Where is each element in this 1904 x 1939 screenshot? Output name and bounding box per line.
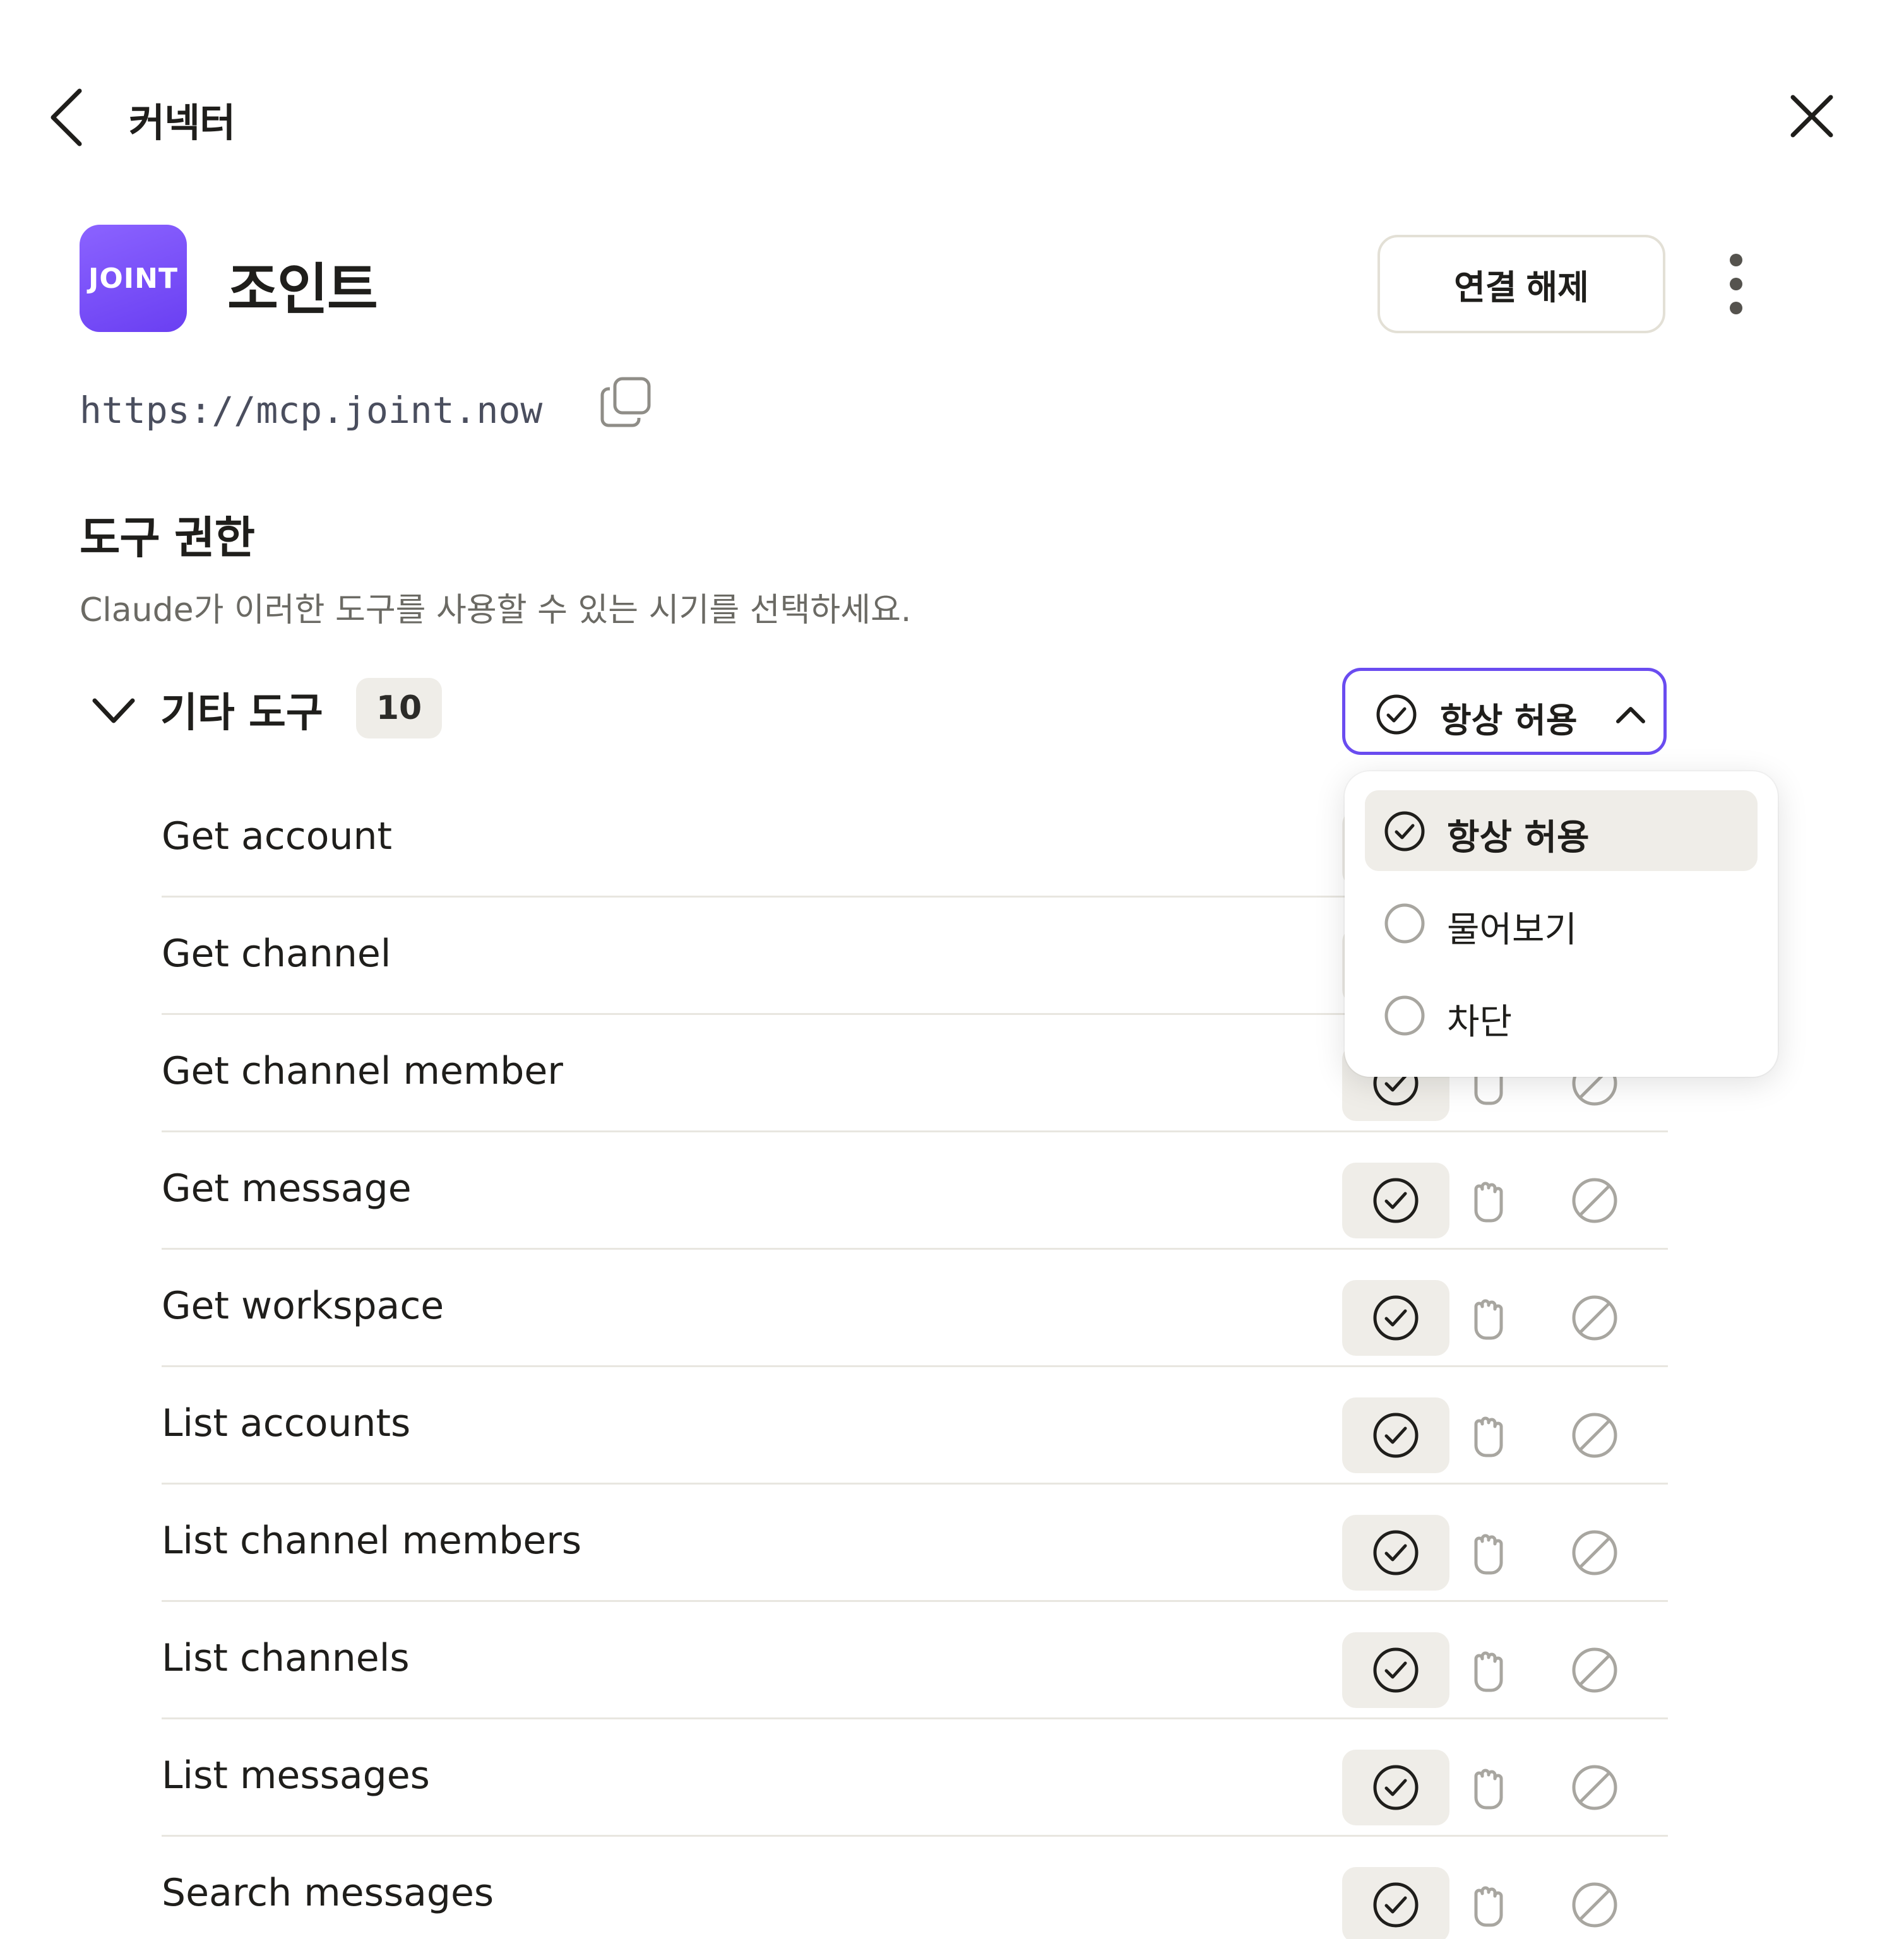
hand-icon [1474,1534,1503,1575]
tool-name: Get workspace [162,1284,444,1328]
menu-item-always-allow[interactable]: 항상 허용 [1365,790,1758,871]
header: 커넥터 [0,0,1904,164]
menu-item-block[interactable]: 차단 [1365,975,1758,1055]
hand-icon [1474,1769,1503,1810]
tool-name: Get channel member [162,1049,563,1093]
check-circle-icon [1373,1882,1419,1928]
block-icon [1572,1765,1617,1810]
chevron-up-icon [1616,707,1645,723]
header-title: 커넥터 [129,100,235,146]
tool-row: Get message [162,1132,1668,1250]
tool-name: Get channel [162,932,391,976]
chevron-left-icon [51,88,82,146]
allow-button[interactable] [1342,1632,1449,1708]
back-button[interactable] [44,86,88,149]
chevron-down-icon [92,698,135,723]
radio-empty-icon [1384,903,1425,944]
check-circle-icon [1373,1413,1419,1458]
tool-row: List accounts [162,1367,1668,1485]
app-logo-text: JOINT [88,262,178,295]
block-icon [1572,1413,1617,1458]
check-circle-icon [1373,1178,1419,1223]
menu-item-label: 차단 [1447,1002,1513,1043]
tool-row: List channels [162,1602,1668,1719]
allow-button[interactable] [1342,1867,1449,1939]
tool-name: Get message [162,1166,412,1211]
more-options-button[interactable] [1717,246,1755,322]
dropdown-value: 항상 허용 [1440,701,1578,740]
close-icon [1790,95,1833,138]
ask-button[interactable] [1437,1280,1538,1356]
block-button[interactable] [1544,1750,1645,1825]
permission-menu: 항상 허용 물어보기 차단 [1345,771,1778,1077]
radio-empty-icon [1384,995,1425,1036]
menu-item-ask[interactable]: 물어보기 [1365,882,1758,963]
ask-button[interactable] [1437,1867,1538,1939]
permissions-description: Claude가 이러한 도구를 사용할 수 있는 시기를 선택하세요. [80,591,912,629]
copy-url-button[interactable] [600,375,653,428]
tool-row: Search messages [162,1837,1668,1939]
allow-button[interactable] [1342,1397,1449,1473]
block-icon [1572,1882,1617,1928]
allow-button[interactable] [1342,1750,1449,1825]
group-title: 기타 도구 [160,690,323,737]
allow-button[interactable] [1342,1280,1449,1356]
connector-url: https://mcp.joint.now [80,389,543,432]
group-permission-dropdown[interactable]: 항상 허용 [1342,668,1667,755]
block-button[interactable] [1544,1163,1645,1238]
tool-row: Get workspace [162,1250,1668,1367]
allow-button[interactable] [1342,1163,1449,1238]
tool-name: List channels [162,1636,410,1680]
allow-button[interactable] [1342,1515,1449,1591]
group-collapse-toggle[interactable] [88,685,139,736]
hand-icon [1474,1886,1503,1927]
hand-icon [1474,1182,1503,1223]
copy-icon [600,377,651,427]
block-icon [1572,1295,1617,1341]
app-logo: JOINT [80,225,187,332]
block-button[interactable] [1544,1867,1645,1939]
block-icon [1572,1178,1617,1223]
check-circle-icon [1384,811,1425,851]
block-button[interactable] [1544,1515,1645,1591]
close-button[interactable] [1787,91,1837,141]
menu-item-label: 물어보기 [1447,910,1578,951]
hand-icon [1474,1299,1503,1340]
menu-item-label: 항상 허용 [1447,817,1590,858]
block-button[interactable] [1544,1280,1645,1356]
ask-button[interactable] [1437,1632,1538,1708]
disconnect-button[interactable]: 연결 해제 [1377,235,1665,333]
ask-button[interactable] [1437,1397,1538,1473]
check-circle-icon [1373,1765,1419,1810]
tool-name: List accounts [162,1401,411,1445]
check-circle-icon [1373,1530,1419,1575]
hand-icon [1474,1651,1503,1692]
block-icon [1572,1530,1617,1575]
ask-button[interactable] [1437,1515,1538,1591]
ask-button[interactable] [1437,1750,1538,1825]
group-count-badge: 10 [356,678,442,738]
tool-name: List channel members [162,1519,582,1563]
block-button[interactable] [1544,1632,1645,1708]
tool-name: Search messages [162,1871,494,1915]
app-name: 조인트 [227,257,378,322]
tool-name: List messages [162,1753,430,1798]
tool-name: Get account [162,814,393,858]
check-circle-icon [1373,1647,1419,1693]
permissions-title: 도구 권한 [80,512,255,564]
hand-icon [1474,1416,1503,1457]
more-vertical-icon [1730,254,1742,314]
tool-row: List channel members [162,1485,1668,1602]
check-circle-icon [1376,694,1417,735]
block-icon [1572,1647,1617,1693]
tool-row: List messages [162,1719,1668,1837]
ask-button[interactable] [1437,1163,1538,1238]
check-circle-icon [1373,1295,1419,1341]
block-button[interactable] [1544,1397,1645,1473]
